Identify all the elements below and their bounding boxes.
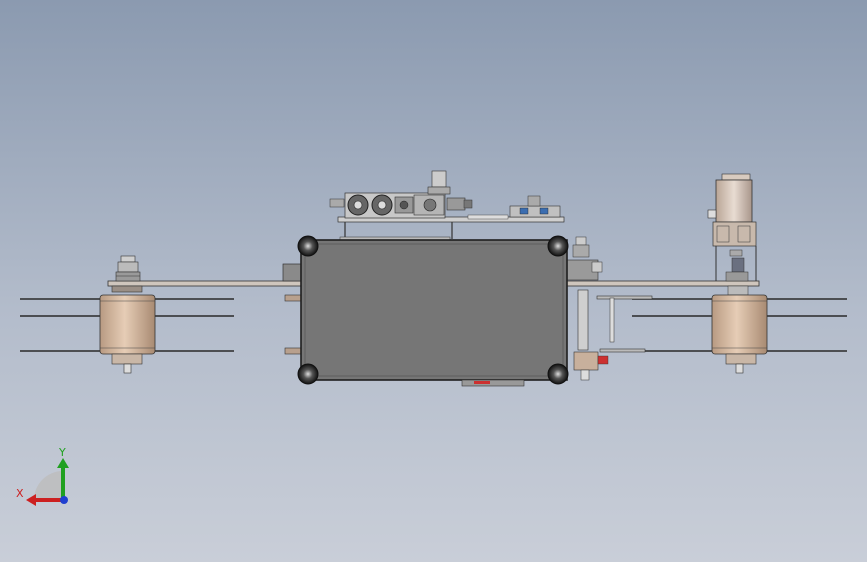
coordinate-triad: Y X	[16, 446, 69, 506]
right-motor[interactable]	[715, 179, 753, 223]
right-arm-beam	[565, 280, 760, 287]
triad-plane-shade	[34, 471, 63, 500]
corner-wheel-bottom-left	[297, 363, 319, 385]
main-body[interactable]	[297, 235, 569, 387]
left-roller[interactable]	[99, 294, 156, 355]
x-axis-label: X	[16, 487, 24, 500]
corner-wheel-top-left	[297, 235, 319, 257]
x-axis-arrowhead	[26, 494, 36, 506]
right-motor-cap	[721, 173, 751, 181]
gearbox-motor	[431, 170, 447, 188]
left-arm-beam	[107, 280, 304, 287]
right-side-assembly[interactable]	[565, 236, 615, 381]
left-side-brackets	[282, 263, 302, 355]
corner-wheel-top-right	[547, 235, 569, 257]
top-mechanism[interactable]	[329, 170, 565, 241]
left-arm[interactable]	[99, 255, 304, 374]
left-arm-plate	[111, 285, 143, 293]
sensor-block	[509, 205, 561, 218]
main-body-shell	[300, 239, 568, 381]
corner-wheel-bottom-right	[547, 363, 569, 385]
cad-viewport[interactable]: Y X	[0, 0, 867, 562]
z-axis-point	[60, 496, 68, 504]
y-axis-arrowhead	[57, 458, 69, 468]
y-axis-label: Y	[58, 446, 66, 459]
right-roller[interactable]	[711, 294, 768, 355]
